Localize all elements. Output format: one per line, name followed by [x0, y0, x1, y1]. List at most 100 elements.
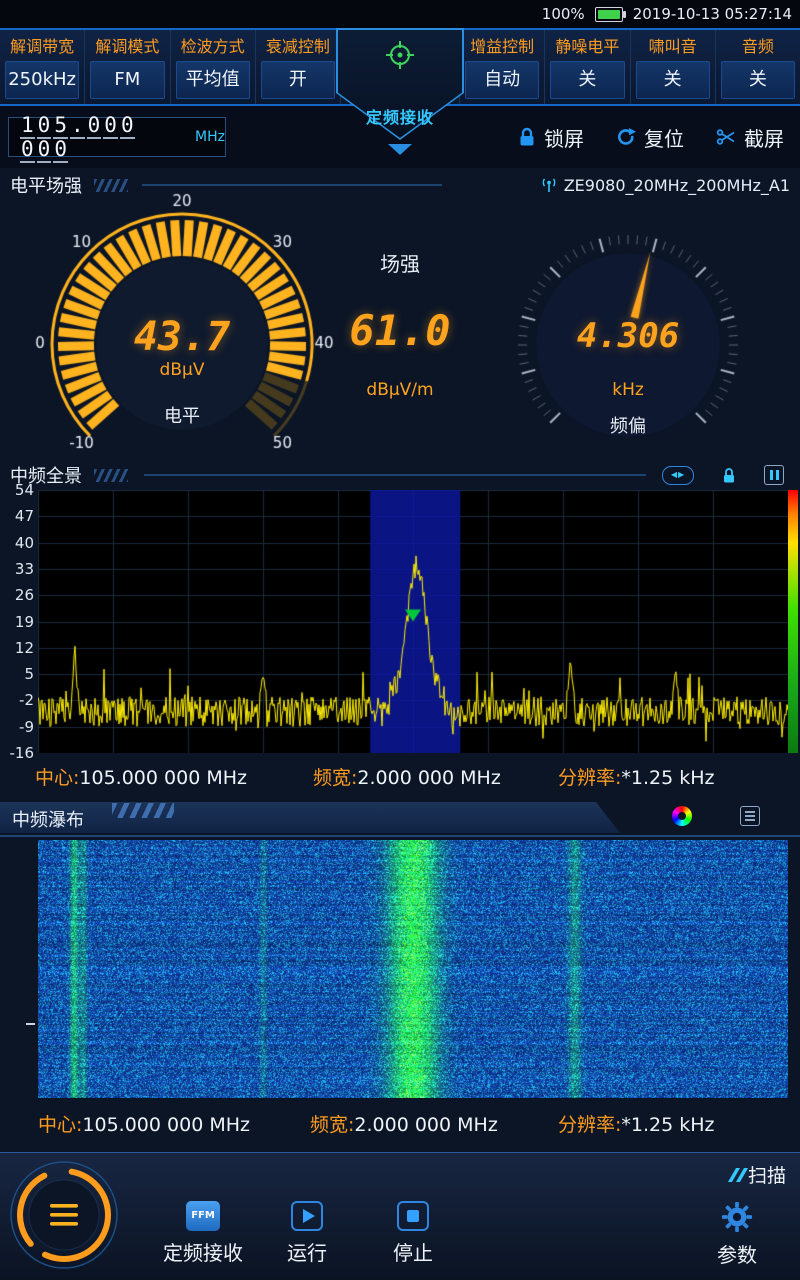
if-panorama-panel: 中频全景 ◀▶ 54 47 40 33 26 19 12 5 -2 -9 -16	[0, 458, 800, 795]
deviation-value: 4.306	[528, 316, 728, 356]
frequency-display[interactable]: 105.000 000 MHz	[8, 117, 226, 157]
rbw-value: *1.25 kHz	[621, 1114, 714, 1136]
hatch-decoration	[112, 803, 174, 818]
waterfall-footer: 中心:105.000 000 MHz 频宽:2.000 000 MHz 分辨率:…	[0, 1100, 800, 1142]
stop-button[interactable]: 停止	[368, 1201, 458, 1266]
badge-label: 定频接收	[336, 104, 464, 128]
y-tick: -2	[2, 691, 34, 709]
demod-mode-value[interactable]: FM	[90, 61, 164, 99]
toolbar-audio: 音频 关	[716, 30, 800, 104]
y-tick: 33	[2, 560, 34, 578]
play-icon	[291, 1201, 323, 1231]
device-name: ZE9080_20MHz_200MHz_A1	[541, 176, 790, 195]
span-value: 2.000 000 MHz	[354, 1114, 497, 1136]
spectrum-header-icons: ◀▶	[662, 465, 784, 485]
waterfall-panel-header: 中频瀑布	[0, 802, 620, 833]
center-freq-label: 中心:	[38, 1114, 82, 1136]
deviation-label: 频偏	[528, 412, 728, 438]
gear-icon	[720, 1201, 754, 1233]
app-screen: 100% 2019-10-13 05:27:14 解调带宽 250kHz 解调模…	[0, 0, 800, 1280]
squelch-value[interactable]: 关	[550, 61, 624, 99]
panel-title: 中频瀑布	[12, 806, 84, 832]
bottom-bar: 扫描 FFM 定频接收 运行 停止	[0, 1152, 800, 1280]
ffm-button[interactable]: FFM 定频接收	[158, 1201, 248, 1266]
reset-button[interactable]: 复位	[616, 123, 684, 152]
toolbar-label: 衰减控制	[256, 35, 340, 58]
spectrum-plot-area	[38, 490, 788, 753]
level-label: 电平	[102, 402, 262, 428]
toolbar-label: 解调模式	[85, 35, 169, 58]
badge-pointer	[388, 144, 412, 155]
menu-icon	[50, 1204, 78, 1226]
howl-tone-value[interactable]: 关	[636, 61, 710, 99]
detection-mode-value[interactable]: 平均值	[176, 61, 250, 99]
waterfall-header-icons	[672, 806, 760, 826]
quick-buttons: 锁屏 复位 截屏	[518, 106, 784, 168]
toolbar-label: 音频	[716, 35, 800, 58]
y-tick: 19	[2, 613, 34, 631]
y-tick: 26	[2, 586, 34, 604]
scan-label: 扫描	[748, 1161, 786, 1188]
screenshot-button[interactable]: 截屏	[716, 123, 784, 152]
toolbar-detection-mode: 检波方式 平均值	[171, 30, 256, 104]
stop-icon	[397, 1201, 429, 1231]
battery-icon	[595, 7, 623, 22]
params-button[interactable]: 参数	[692, 1201, 782, 1268]
header-line	[0, 835, 800, 837]
antenna-icon	[541, 177, 557, 193]
center-freq-label: 中心:	[35, 767, 79, 789]
level-value: 43.7	[102, 314, 262, 360]
span-value: 2.000 000 MHz	[357, 767, 500, 789]
scan-tab[interactable]: 扫描	[732, 1161, 786, 1188]
header-line	[144, 474, 646, 476]
toolbar-demod-mode: 解调模式 FM	[85, 30, 170, 104]
run-button[interactable]: 运行	[262, 1201, 352, 1266]
toolbar-howl-tone: 啸叫音 关	[631, 30, 716, 104]
hatch-decoration	[94, 179, 128, 192]
target-icon	[385, 40, 415, 70]
rbw-label: 分辨率:	[558, 767, 621, 789]
deviation-unit: kHz	[528, 380, 728, 400]
status-bar: 100% 2019-10-13 05:27:14	[0, 0, 800, 28]
toolbar-demod-bandwidth: 解调带宽 250kHz	[0, 30, 85, 104]
center-freq-value: 105.000 000 MHz	[82, 1114, 250, 1136]
trace-hold-icon[interactable]	[764, 465, 784, 485]
toolbar-label: 检波方式	[171, 35, 255, 58]
span-label: 频宽:	[310, 1114, 354, 1136]
scissors-icon	[716, 128, 736, 146]
demod-bandwidth-value[interactable]: 250kHz	[5, 61, 79, 99]
level-field-panel: 电平场强 ZE9080_20MHz_200MHz_A1 43.7 dBμV 电平…	[0, 168, 800, 458]
attenuation-value[interactable]: 开	[261, 61, 335, 99]
field-strength-unit: dBμV/m	[330, 380, 470, 400]
button-label: 定频接收	[158, 1237, 248, 1266]
y-tick: 40	[2, 534, 34, 552]
frequency-value: 105.000 000	[19, 113, 187, 161]
hold-lock-icon[interactable]	[722, 467, 736, 484]
intensity-colorbar	[788, 490, 798, 753]
ffm-icon: FFM	[186, 1201, 220, 1231]
spectrum-canvas[interactable]	[38, 490, 788, 753]
y-tick: 5	[2, 665, 34, 683]
y-tick: 54	[2, 481, 34, 499]
hatch-decoration	[94, 469, 128, 482]
toolbar-attenuation: 衰减控制 开	[256, 30, 341, 104]
toolbar-gain-control: 增益控制 自动	[460, 30, 545, 104]
menu-button[interactable]	[8, 1159, 120, 1271]
y-tick: -9	[2, 718, 34, 736]
spectrum-panel-header: 中频全景 ◀▶	[0, 458, 800, 492]
button-label: 停止	[368, 1237, 458, 1266]
palette-icon[interactable]	[672, 806, 692, 826]
y-tick: 12	[2, 639, 34, 657]
audio-value[interactable]: 关	[721, 61, 795, 99]
fixed-frequency-receive-badge[interactable]: 定频接收	[336, 28, 464, 140]
gain-control-value[interactable]: 自动	[465, 61, 539, 99]
if-waterfall-panel: 中频瀑布 中心:105.000 000 MHz 频宽:2.000 000 MHz…	[0, 795, 800, 1152]
list-icon[interactable]	[740, 806, 760, 826]
toolbar-label: 啸叫音	[631, 35, 715, 58]
axis-tick	[26, 1023, 35, 1025]
rbw-label: 分辨率:	[558, 1114, 621, 1136]
lock-screen-button[interactable]: 锁屏	[518, 123, 584, 152]
waterfall-canvas[interactable]	[38, 840, 788, 1098]
span-arrows-icon[interactable]: ◀▶	[662, 466, 694, 485]
header-line	[142, 184, 442, 186]
